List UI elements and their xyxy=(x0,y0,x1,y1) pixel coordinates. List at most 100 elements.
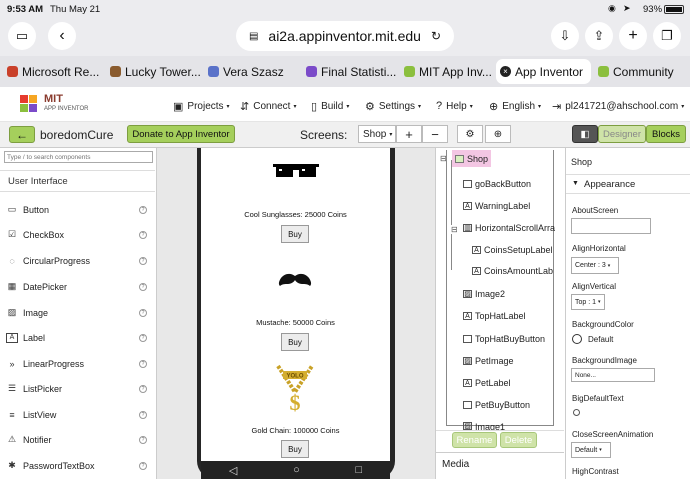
preview-globe-icon[interactable]: ⊕ xyxy=(485,125,511,143)
tree-node-tophatlabel[interactable]: A TopHatLabel xyxy=(463,310,526,322)
app-inventor-logo-icon[interactable] xyxy=(18,93,40,113)
blocks-button[interactable]: Blocks xyxy=(646,125,686,143)
tab-community[interactable]: Community xyxy=(594,59,689,84)
dollar-pendant: $ xyxy=(290,390,301,412)
screen-select[interactable]: Shop ▾ xyxy=(358,125,396,143)
collapse-icon[interactable]: ⊟ xyxy=(440,154,447,163)
tree-node-coinsamountlabel[interactable]: A CoinsAmountLab xyxy=(472,265,555,277)
palette-item-passwordtextbox[interactable]: ✱ PasswordTextBox? xyxy=(0,453,155,478)
tab-final-statistics[interactable]: Final Statisti... xyxy=(302,59,397,84)
menu-settings[interactable]: ⚙ Settings ▾ xyxy=(365,100,421,113)
tree-node-horizontalscrollarrangement[interactable]: ▥ HorizontalScrollArra xyxy=(463,222,555,234)
page-settings-icon[interactable]: ▤ xyxy=(249,31,258,42)
palette-item-label[interactable]: A Label? xyxy=(0,325,155,350)
reload-icon[interactable]: ↻ xyxy=(431,29,441,43)
help-icon[interactable]: ? xyxy=(139,359,147,368)
palette-item-button[interactable]: ▭ Button? xyxy=(0,197,155,222)
close-tab-icon[interactable]: × xyxy=(500,66,511,77)
rename-button[interactable]: Rename xyxy=(452,432,497,448)
connect-icon: ⇵ xyxy=(240,101,250,113)
buy-gold-chain-button[interactable]: Buy xyxy=(281,440,309,458)
help-icon[interactable]: ? xyxy=(139,384,147,393)
menu-help[interactable]: ? Help ▾ xyxy=(436,100,473,112)
help-icon[interactable]: ? xyxy=(139,435,147,444)
download-icon[interactable]: ⇩ xyxy=(551,22,579,50)
palette-item-linearprogress[interactable]: » LinearProgress? xyxy=(0,351,155,376)
sunglasses-image[interactable] xyxy=(273,164,319,180)
checkbox-icon: ☑ xyxy=(7,229,17,239)
designer-button[interactable]: Designer xyxy=(598,125,646,143)
help-icon[interactable]: ? xyxy=(139,256,147,265)
warning-icon: ⚠ xyxy=(7,434,17,444)
palette-category-user-interface[interactable]: User Interface xyxy=(0,170,155,192)
new-tab-icon[interactable]: + xyxy=(619,22,647,50)
palette-item-listview[interactable]: ≡ ListView? xyxy=(0,402,155,427)
palette-item-listpicker[interactable]: ☰ ListPicker? xyxy=(0,376,155,401)
delete-button[interactable]: Delete xyxy=(500,432,537,448)
image-icon: ▨ xyxy=(463,290,472,298)
tree-node-petimage[interactable]: ▨ PetImage xyxy=(463,355,514,367)
toggle-panels-icon[interactable]: ◧ xyxy=(572,125,598,143)
palette-item-checkbox[interactable]: ☑ CheckBox? xyxy=(0,222,155,247)
url-bar[interactable]: ▤ ai2a.appinventor.mit.edu ↻ xyxy=(236,21,454,51)
align-vertical-select[interactable]: Top : 1 ▾ xyxy=(571,294,605,310)
mustache-image[interactable] xyxy=(278,272,312,288)
tab-vera-szasz[interactable]: Vera Szasz xyxy=(204,59,299,84)
help-icon[interactable]: ? xyxy=(139,308,147,317)
help-icon[interactable]: ? xyxy=(139,461,147,470)
back-icon[interactable]: ‹ xyxy=(48,22,76,50)
palette-item-notifier[interactable]: ⚠ Notifier? xyxy=(0,427,155,452)
nav-recents-icon[interactable]: □ xyxy=(355,464,362,476)
nav-home-icon[interactable]: ○ xyxy=(293,464,300,476)
menu-connect[interactable]: ⇵ Connect ▾ xyxy=(240,100,296,113)
palette-search-input[interactable] xyxy=(4,151,153,163)
donate-button[interactable]: Donate to App Inventor xyxy=(127,125,235,143)
palette-item-circularprogress[interactable]: ◌ CircularProgress? xyxy=(0,248,155,273)
tab-lucky-tower[interactable]: Lucky Tower... xyxy=(106,59,201,84)
menu-language[interactable]: ⊕ English ▾ xyxy=(489,100,541,113)
menu-build[interactable]: ▯ Build ▾ xyxy=(311,100,349,113)
background-color-radio[interactable] xyxy=(572,334,582,344)
label-icon: A xyxy=(472,267,481,275)
background-image-input[interactable]: None... xyxy=(571,368,655,382)
menu-projects[interactable]: ▣ Projects ▾ xyxy=(173,100,230,113)
back-to-projects-button[interactable]: ← xyxy=(9,126,35,143)
tabs-overview-icon[interactable]: ❐ xyxy=(653,22,681,50)
help-icon[interactable]: ? xyxy=(139,282,147,291)
share-icon[interactable]: ⇪ xyxy=(585,22,613,50)
gold-chain-image[interactable]: YOLO $ xyxy=(274,364,316,412)
tab-mit-app-inventor[interactable]: MIT App Inv... xyxy=(400,59,493,84)
close-screen-animation-select[interactable]: Default ▾ xyxy=(571,442,611,458)
add-screen-button[interactable]: + xyxy=(396,125,422,143)
tree-node-gobackbutton[interactable]: goBackButton xyxy=(463,178,531,190)
help-icon[interactable]: ? xyxy=(139,230,147,239)
palette-item-datepicker[interactable]: ▦ DatePicker? xyxy=(0,274,155,299)
buy-sunglasses-button[interactable]: Buy xyxy=(281,225,309,243)
tree-node-image1[interactable]: ▨ Image1 xyxy=(463,422,505,430)
help-icon[interactable]: ? xyxy=(139,205,147,214)
tree-node-petlabel[interactable]: A PetLabel xyxy=(463,377,511,389)
tree-node-coinssetuplabel[interactable]: A CoinsSetupLabel xyxy=(472,244,555,256)
tree-node-shop[interactable]: Shop xyxy=(452,150,492,167)
tree-node-warninglabel[interactable]: A WarningLabel xyxy=(463,200,530,212)
align-horizontal-select[interactable]: Center : 3 ▾ xyxy=(571,257,619,274)
tab-app-inventor[interactable]: × App Inventor xyxy=(496,59,591,84)
help-icon[interactable]: ? xyxy=(139,333,147,342)
menu-account[interactable]: ⇥ pl241721@ahschool.com ▾ xyxy=(552,100,684,113)
big-default-text-checkbox[interactable] xyxy=(573,409,580,416)
tree-node-petbuybutton[interactable]: PetBuyButton xyxy=(463,399,530,411)
buy-mustache-button[interactable]: Buy xyxy=(281,333,309,351)
sidebar-icon[interactable]: ▭ xyxy=(8,22,36,50)
about-screen-input[interactable] xyxy=(571,218,651,234)
nav-back-icon[interactable]: ◁ xyxy=(229,464,237,477)
button-icon xyxy=(463,401,472,409)
tab-microsoft[interactable]: Microsoft Re... xyxy=(3,59,103,84)
remove-screen-button[interactable]: − xyxy=(422,125,448,143)
tree-node-image2[interactable]: ▨ Image2 xyxy=(463,288,505,300)
help-icon[interactable]: ? xyxy=(139,410,147,419)
collapse-icon[interactable]: ⊟ xyxy=(451,225,458,234)
palette-item-image[interactable]: ▨ Image? xyxy=(0,300,155,325)
tree-node-tophatbuybutton[interactable]: TopHatBuyButton xyxy=(463,333,545,345)
project-properties-icon[interactable]: ⚙ xyxy=(457,125,483,143)
align-horizontal-label: AlignHorizontal xyxy=(572,244,626,253)
